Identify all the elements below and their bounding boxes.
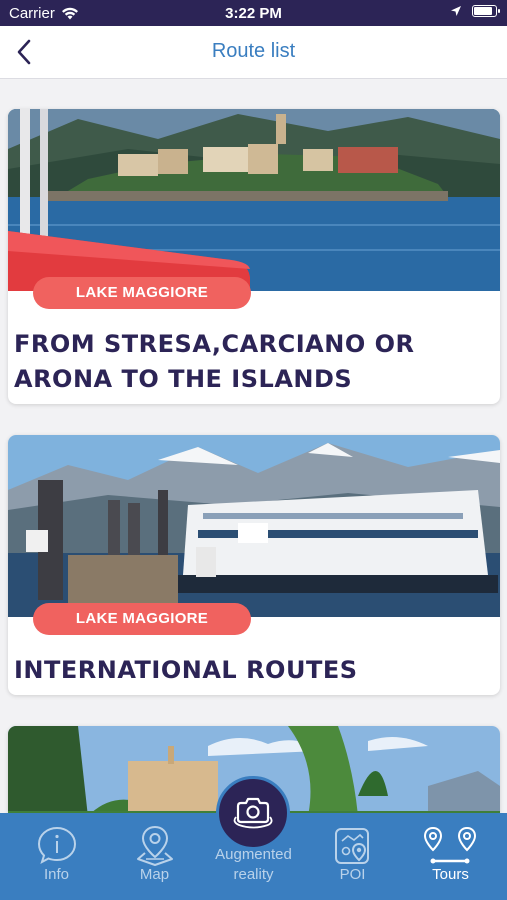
location-arrow-icon <box>451 6 461 16</box>
route-card[interactable]: LAKE MAGGIORE INTERNATIONAL ROUTES <box>8 435 500 695</box>
navigation-bar: Route list <box>0 26 507 79</box>
route-badge: LAKE MAGGIORE <box>33 277 251 309</box>
augmented-reality-button[interactable] <box>216 776 290 850</box>
camera-360-icon <box>233 797 273 829</box>
route-title: INTERNATIONAL ROUTES <box>14 656 358 684</box>
route-title: FROM STRESA,CARCIANO OR ARONA TO THE ISL… <box>14 330 415 393</box>
tab-map[interactable]: Map <box>104 813 205 900</box>
tab-info[interactable]: Info <box>6 813 107 900</box>
poi-icon <box>302 825 403 867</box>
route-badge: LAKE MAGGIORE <box>33 603 251 635</box>
tab-tours-label: Tours <box>432 866 469 883</box>
route-icon <box>400 825 501 867</box>
info-icon <box>6 825 107 867</box>
tab-map-label: Map <box>139 866 170 883</box>
tab-poi-label: POI <box>339 866 366 883</box>
page-title: Route list <box>211 40 296 62</box>
route-photo-islands <box>8 109 500 291</box>
battery-icon <box>472 5 500 17</box>
route-card[interactable]: LAKE MAGGIORE FROM STRESA,CARCIANO OR AR… <box>8 109 500 404</box>
clock: 3:22 PM <box>225 5 282 22</box>
tab-poi[interactable]: POI <box>302 813 403 900</box>
tab-augmented-reality-label: Augmented reality <box>215 846 292 883</box>
route-photo-ferry <box>8 435 500 617</box>
map-pin-icon <box>104 825 205 867</box>
tab-tours[interactable]: Tours <box>400 813 501 900</box>
status-right <box>450 5 500 17</box>
battery-fill <box>474 7 492 15</box>
route-list[interactable]: LAKE MAGGIORE FROM STRESA,CARCIANO OR AR… <box>0 79 507 813</box>
tab-info-label: Info <box>43 866 70 883</box>
status-bar: Carrier 3:22 PM <box>0 0 507 26</box>
